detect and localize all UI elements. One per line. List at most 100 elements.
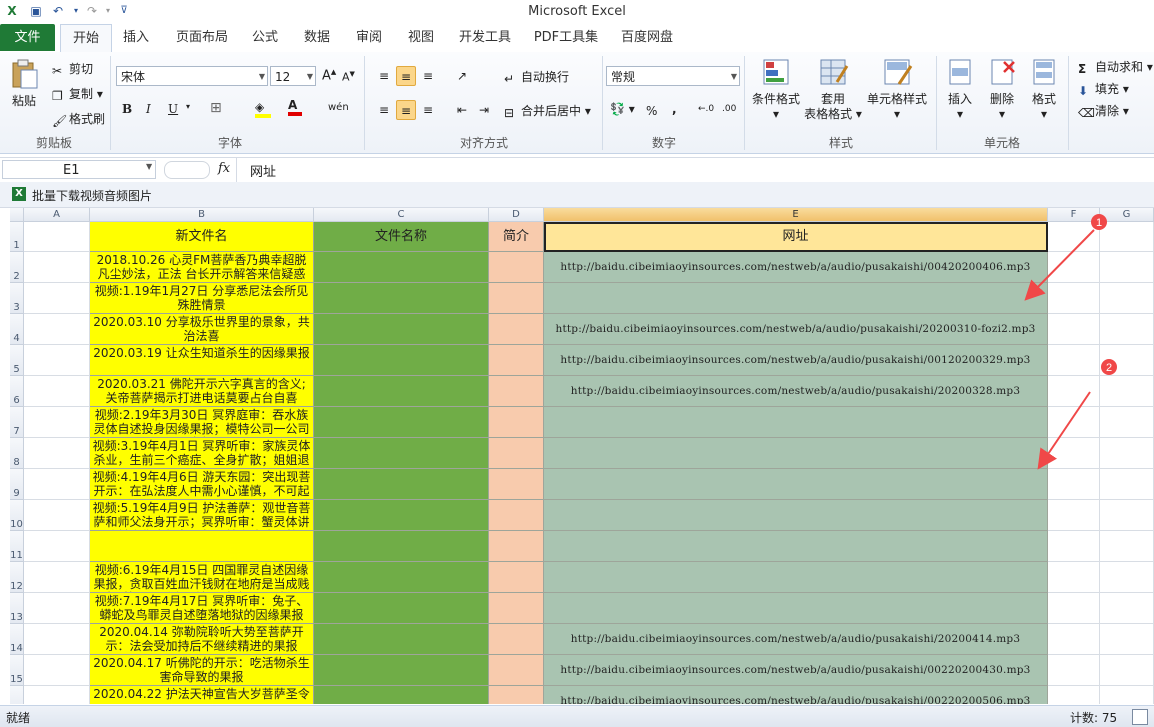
fill-color-button[interactable]: ◈ — [255, 100, 271, 118]
row-header[interactable]: 11 — [10, 531, 24, 562]
cell-styles-button[interactable]: 单元格样式 ▾ — [864, 56, 930, 122]
new-filename-cell[interactable]: 2020.03.19 让众生知道杀生的因缘果报 — [90, 345, 314, 376]
batch-download-button[interactable]: 批量下载视频音频图片 — [32, 187, 152, 204]
cell-a[interactable] — [24, 283, 90, 314]
filename-cell[interactable] — [314, 407, 489, 438]
intro-cell[interactable] — [489, 562, 544, 593]
cell-a[interactable] — [24, 438, 90, 469]
url-cell[interactable]: http://baidu.cibeimiaoyinsources.com/nes… — [544, 376, 1048, 407]
select-all-corner[interactable] — [10, 208, 24, 222]
cell-a[interactable] — [24, 314, 90, 345]
url-cell[interactable] — [544, 469, 1048, 500]
font-color-button[interactable]: A — [288, 98, 302, 116]
header-cell-e[interactable]: 网址 — [544, 222, 1048, 252]
tab-baidu-netdisk[interactable]: 百度网盘 — [616, 24, 678, 51]
cell-f[interactable] — [1048, 376, 1100, 407]
filename-cell[interactable] — [314, 469, 489, 500]
row-header[interactable]: 3 — [10, 283, 24, 314]
font-size-select[interactable]: 12 ▼ — [270, 66, 316, 86]
cell-f[interactable] — [1048, 593, 1100, 624]
orientation-button[interactable]: ↗ — [452, 66, 472, 86]
align-left-button[interactable]: ≡ — [374, 100, 394, 120]
cell-g[interactable] — [1100, 376, 1154, 407]
cell-a[interactable] — [24, 500, 90, 531]
new-filename-cell[interactable]: 视频:1.19年1月27日 分享悉尼法会所见殊胜情景 — [90, 283, 314, 314]
url-cell[interactable]: http://baidu.cibeimiaoyinsources.com/nes… — [544, 252, 1048, 283]
fill-button[interactable]: ⬇ 填充 ▾ — [1078, 80, 1129, 98]
decrease-indent-button[interactable]: ⇤ — [452, 100, 472, 120]
decrease-decimal-button[interactable]: .00 — [722, 104, 736, 114]
new-filename-cell[interactable]: 2020.03.10 分享极乐世界里的景象，共治法喜 — [90, 314, 314, 345]
clear-button[interactable]: ⌫清除 ▾ — [1078, 102, 1129, 120]
increase-decimal-button[interactable]: ←.0 — [698, 104, 714, 114]
cell-g[interactable] — [1100, 624, 1154, 655]
cell-g[interactable] — [1100, 345, 1154, 376]
accounting-format-button[interactable]: 💱 ▾ — [610, 102, 635, 116]
url-cell[interactable]: http://baidu.cibeimiaoyinsources.com/nes… — [544, 314, 1048, 345]
insert-cells-button[interactable]: 插入 ▾ — [940, 56, 980, 122]
cell-g[interactable] — [1100, 469, 1154, 500]
filename-cell[interactable] — [314, 345, 489, 376]
header-cell-f[interactable] — [1048, 222, 1100, 252]
cell-f[interactable] — [1048, 283, 1100, 314]
intro-cell[interactable] — [489, 283, 544, 314]
intro-cell[interactable] — [489, 624, 544, 655]
new-filename-cell[interactable]: 视频:5.19年4月9日 护法善萨：观世音菩萨和师父法身开示；冥界听审：蟹灵体讲… — [90, 500, 314, 531]
filename-cell[interactable] — [314, 593, 489, 624]
intro-cell[interactable] — [489, 500, 544, 531]
cell-f[interactable] — [1048, 562, 1100, 593]
new-filename-cell[interactable]: 2020.03.21 佛陀开示六字真言的含义;关帝菩萨揭示打进电话莫要占台自喜 — [90, 376, 314, 407]
comma-button[interactable]: , — [672, 102, 677, 116]
cut-button[interactable]: ✂ 剪切 — [52, 60, 93, 78]
intro-cell[interactable] — [489, 438, 544, 469]
url-cell[interactable]: http://baidu.cibeimiaoyinsources.com/nes… — [544, 686, 1048, 704]
formula-input[interactable]: 网址 — [250, 161, 276, 180]
shrink-font-button[interactable]: A▼ — [342, 70, 355, 84]
cell-g[interactable] — [1100, 252, 1154, 283]
row-header[interactable]: 16 — [10, 686, 24, 704]
conditional-format-button[interactable]: 条件格式 ▾ — [748, 56, 804, 122]
row-header[interactable]: 10 — [10, 500, 24, 531]
row-header[interactable]: 1 — [10, 222, 24, 252]
column-header-a[interactable]: A — [24, 208, 90, 222]
cell-g[interactable] — [1100, 593, 1154, 624]
cell-a[interactable] — [24, 407, 90, 438]
column-header-d[interactable]: D — [489, 208, 544, 222]
intro-cell[interactable] — [489, 593, 544, 624]
name-box[interactable]: E1 — [2, 160, 156, 179]
cell-g[interactable] — [1100, 407, 1154, 438]
italic-button[interactable]: I — [146, 102, 151, 116]
cell-a[interactable] — [24, 624, 90, 655]
filename-cell[interactable] — [314, 562, 489, 593]
cell-f[interactable] — [1048, 314, 1100, 345]
filename-cell[interactable] — [314, 531, 489, 562]
cell-f[interactable] — [1048, 407, 1100, 438]
merge-center-button[interactable]: ⊟ 合并后居中 ▾ — [504, 102, 591, 120]
increase-indent-button[interactable]: ⇥ — [474, 100, 494, 120]
row-header[interactable]: 9 — [10, 469, 24, 500]
column-header-f[interactable]: F — [1048, 208, 1100, 222]
new-filename-cell[interactable] — [90, 531, 314, 562]
normal-view-icon[interactable] — [1132, 709, 1148, 725]
tab-data[interactable]: 数据 — [298, 24, 336, 51]
row-header[interactable]: 6 — [10, 376, 24, 407]
intro-cell[interactable] — [489, 407, 544, 438]
align-right-button[interactable]: ≡ — [418, 100, 438, 120]
intro-cell[interactable] — [489, 531, 544, 562]
filename-cell[interactable] — [314, 624, 489, 655]
url-cell[interactable]: http://baidu.cibeimiaoyinsources.com/nes… — [544, 655, 1048, 686]
cell-g[interactable] — [1100, 655, 1154, 686]
header-cell-c[interactable]: 文件名称 — [314, 222, 489, 252]
cell-g[interactable] — [1100, 314, 1154, 345]
tab-pdf-tools[interactable]: PDF工具集 — [530, 24, 602, 51]
new-filename-cell[interactable]: 视频:2.19年3月30日 冥界庭审：吞水族灵体自述投身因缘果报；模特公司一公司… — [90, 407, 314, 438]
cell-g[interactable] — [1100, 500, 1154, 531]
url-cell[interactable] — [544, 283, 1048, 314]
row-header[interactable]: 4 — [10, 314, 24, 345]
cell-a[interactable] — [24, 562, 90, 593]
new-filename-cell[interactable]: 2020.04.17 听佛陀的开示：吃活物杀生害命导致的果报 — [90, 655, 314, 686]
copy-button[interactable]: ❐ 复制 ▾ — [52, 85, 103, 103]
intro-cell[interactable] — [489, 686, 544, 704]
column-header-e[interactable]: E — [544, 208, 1048, 222]
phonetic-button[interactable]: wén — [328, 102, 349, 113]
